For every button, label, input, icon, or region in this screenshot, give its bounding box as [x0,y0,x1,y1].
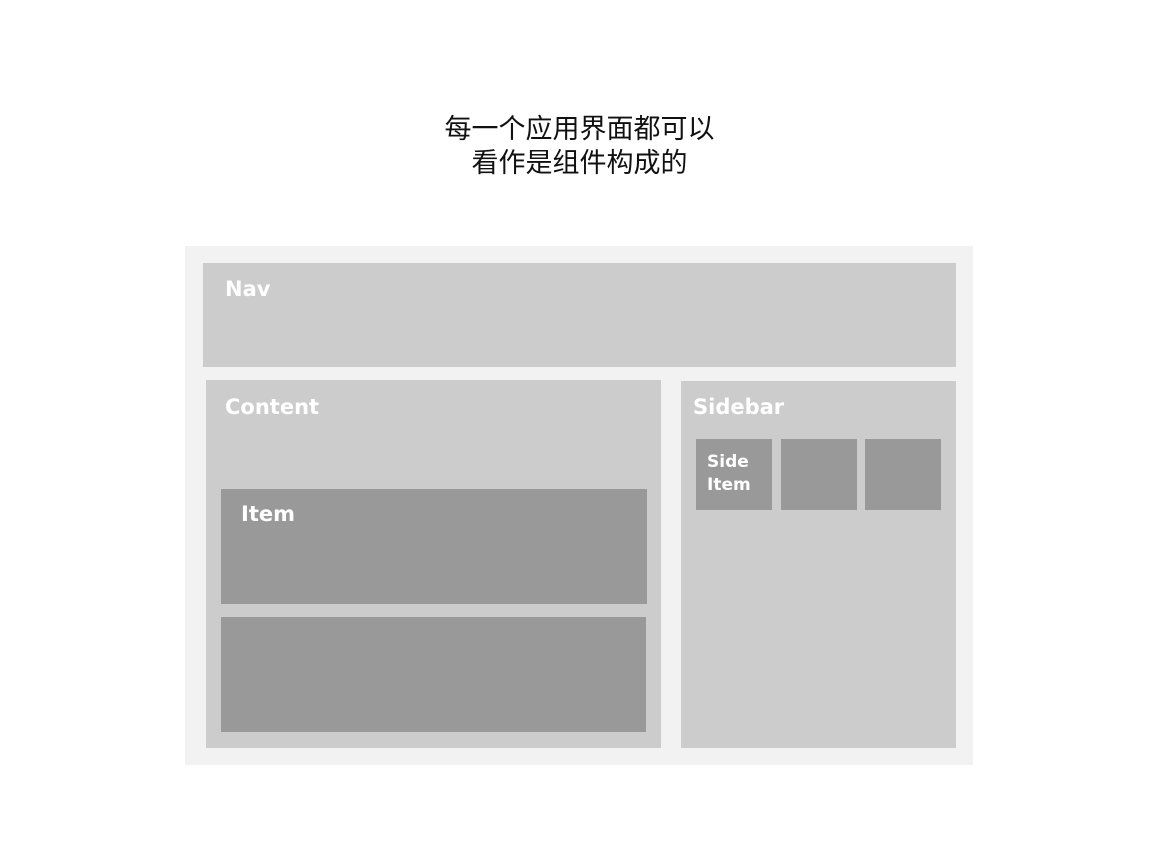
side-item: Side Item [696,439,772,510]
side-item-label: Side Item [707,451,751,497]
app-frame: Nav Content Item Sidebar Side Item [185,246,973,765]
nav-component: Nav [203,263,956,367]
nav-label: Nav [225,277,271,301]
sidebar-label: Sidebar [693,395,785,419]
title-line-1: 每一个应用界面都可以 [444,114,715,145]
side-item [781,439,857,510]
side-item-label-line-2: Item [707,475,751,495]
title-line-2: 看作是组件构成的 [471,148,688,179]
content-item: Item [221,489,647,604]
content-label: Content [225,395,320,419]
content-item-label: Item [241,502,295,526]
side-item-label-line-1: Side [707,452,749,472]
content-component: Content Item [206,380,661,748]
side-item [865,439,941,510]
diagram-title: 每一个应用界面都可以 看作是组件构成的 [0,113,1159,181]
sidebar-component: Sidebar Side Item [681,381,956,748]
content-item [221,617,646,732]
